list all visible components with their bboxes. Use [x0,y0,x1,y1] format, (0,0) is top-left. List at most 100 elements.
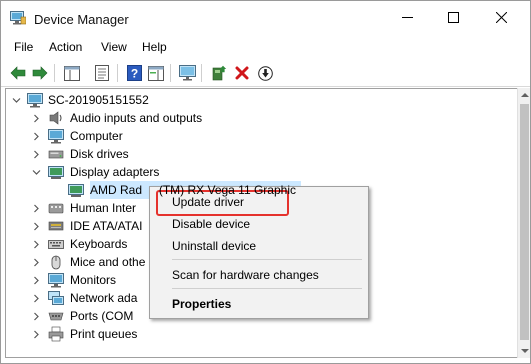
expand-chevron-icon[interactable] [31,311,41,321]
collapse-chevron-icon[interactable] [11,95,21,105]
menu-item-label: Uninstall device [172,239,257,253]
disk-drive-icon [48,150,64,159]
scroll-up-button[interactable] [518,88,530,102]
scroll-down-button[interactable] [518,344,530,358]
computer-icon [48,129,64,144]
menu-separator [172,288,362,289]
menu-item-label: Disable device [172,217,251,231]
tree-item-label: Display adapters [70,165,160,179]
tree-item-label: Mice and othe [70,255,146,269]
expand-chevron-icon[interactable] [31,149,41,159]
printer-icon [48,326,64,342]
collapse-chevron-icon[interactable] [31,167,41,177]
expand-chevron-icon[interactable] [31,257,41,267]
tree-item-print-queues[interactable]: Print queues [6,325,516,343]
uninstall-button[interactable] [233,64,251,82]
toolbar-separator [201,64,202,82]
show-hide-console-tree-icon [64,65,80,81]
maximize-button[interactable] [430,1,476,34]
tree-item-label: Human Inter [70,201,137,215]
toolbar-separator [170,64,171,82]
menu-action[interactable]: Action [49,40,82,54]
scroll-thumb[interactable] [520,104,529,340]
download-icon [257,65,273,81]
tree-root-label: SC-201905151552 [48,93,149,107]
display-adapter-icon [48,166,64,179]
expand-chevron-icon[interactable] [31,239,41,249]
tree-item-amd-graphics[interactable]: AMD Rad (TM) RX Vega 11 Graphic [6,181,516,199]
tree-item-computer[interactable]: Computer [6,127,516,145]
toolbar: ? [1,59,530,87]
menu-item-scan-hardware[interactable]: Scan for hardware changes [150,264,368,286]
expand-chevron-icon[interactable] [31,329,41,339]
monitor-icon [178,65,196,81]
close-button[interactable] [478,1,524,34]
port-icon [48,312,64,321]
tree-item-label: Audio inputs and outputs [70,111,203,125]
menu-item-uninstall-device[interactable]: Uninstall device [150,235,368,257]
network-adapter-icon [48,291,64,305]
expand-chevron-icon[interactable] [31,221,41,231]
expand-chevron-icon[interactable] [31,203,41,213]
tree-item-label: Ports (COM [70,309,134,323]
tree-item-label: Disk drives [70,147,129,161]
vertical-scrollbar[interactable] [517,88,530,358]
back-button[interactable] [9,64,27,82]
properties-button[interactable] [93,64,111,82]
action-pane-icon [148,65,164,81]
tree-item-label: Print queues [70,327,138,341]
help-button[interactable]: ? [125,64,143,82]
menu-file[interactable]: File [14,40,33,54]
scan-hardware-button[interactable] [178,64,196,82]
minimize-button[interactable] [384,1,430,34]
hid-icon [48,203,64,214]
device-manager-window: Device Manager File Action View Help ? S… [0,0,531,364]
menu-help[interactable]: Help [142,40,167,54]
tree-item-label: Computer [70,129,123,143]
toolbar-separator [117,64,118,82]
tree-root-row[interactable]: SC-201905151552 [6,91,516,109]
menu-item-label: Scan for hardware changes [172,268,319,282]
menu-bar: File Action View Help [1,35,530,59]
tree-item-label: Keyboards [70,237,128,251]
svg-text:?: ? [130,67,137,81]
tree-item-label: Network ada [70,291,138,305]
tree-item-label: IDE ATA/ATAI [70,219,143,233]
menu-separator [172,259,362,260]
window-title: Device Manager [34,12,129,27]
forward-button[interactable] [31,64,49,82]
uninstall-x-icon [235,66,249,80]
help-icon: ? [126,65,142,81]
menu-item-label: Properties [172,297,232,311]
computer-icon [27,93,43,108]
action-pane-button[interactable] [147,64,165,82]
mouse-icon [51,255,61,270]
speaker-icon [49,111,62,125]
tree-item-label: AMD Rad (TM) RX Vega 11 Graphic [90,183,296,197]
update-driver-button[interactable] [210,64,228,82]
display-adapter-icon [68,184,84,197]
chevron-down-icon [520,349,529,353]
tree-item-disk-drives[interactable]: Disk drives [6,145,516,163]
update-driver-icon [212,65,227,81]
properties-sheet-icon [95,65,109,81]
title-bar: Device Manager [1,1,530,34]
minimize-icon [401,17,413,18]
menu-item-disable-device[interactable]: Disable device [150,213,368,235]
toolbar-separator [54,64,55,82]
keyboard-icon [48,240,64,249]
ide-controller-icon [48,221,64,231]
menu-view[interactable]: View [101,40,127,54]
enable-device-button[interactable] [256,64,274,82]
menu-item-properties[interactable]: Properties [150,293,368,315]
expand-chevron-icon[interactable] [31,293,41,303]
expand-chevron-icon[interactable] [31,275,41,285]
expand-chevron-icon[interactable] [31,131,41,141]
close-icon [495,12,507,23]
tree-item-display-adapters[interactable]: Display adapters [6,163,516,181]
maximize-icon [447,12,459,23]
back-arrow-icon [10,66,26,80]
tree-item-audio[interactable]: Audio inputs and outputs [6,109,516,127]
expand-chevron-icon[interactable] [31,113,41,123]
show-hide-console-tree-button[interactable] [63,64,81,82]
